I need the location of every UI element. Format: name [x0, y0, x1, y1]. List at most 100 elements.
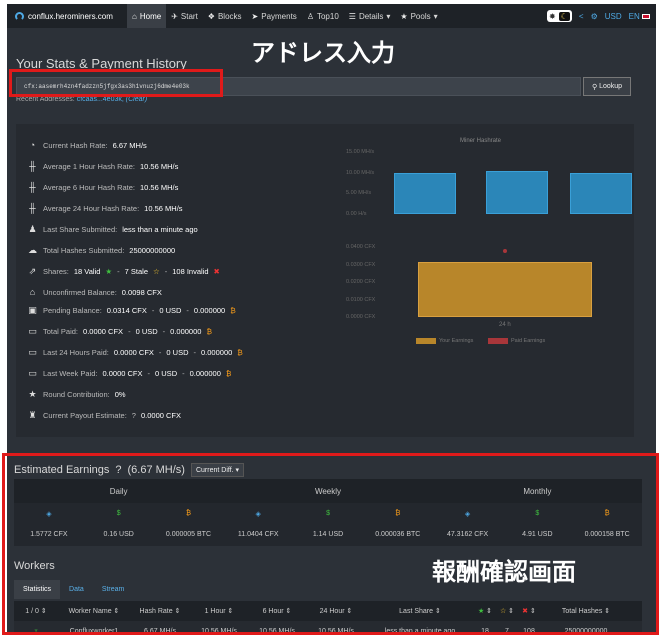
- nav-menu: ⌂ Home ✈ Start ❖ Blocks ➤ Payments ♙ Top10 ☰ Detail…: [127, 4, 443, 28]
- stat-row: ♟ Last Share Submitted: less than a minute…: [27, 225, 198, 235]
- earnings-tick-label: 0.0100 CFX: [346, 296, 376, 303]
- currency-selector[interactable]: USD: [605, 12, 622, 21]
- hashrate-bar[interactable]: [486, 170, 548, 214]
- nav-right-controls: ✸ ☾ < ⚙ USD EN: [547, 4, 650, 28]
- stat-label: Average 24 Hour Hash Rate:: [43, 204, 140, 213]
- separator: -: [147, 369, 151, 378]
- language-selector[interactable]: EN: [629, 12, 650, 21]
- brand-name: conflux.herominers.com: [28, 11, 113, 21]
- dashboard-icon: ◔: [29, 140, 36, 150]
- lookup-button[interactable]: ⚲ Lookup: [583, 77, 631, 96]
- separator: -: [158, 348, 162, 357]
- usd-value: 0 USD: [155, 369, 178, 378]
- stat-value: 10.56 MH/s: [144, 204, 183, 213]
- nav-start[interactable]: ✈ Start: [166, 4, 203, 28]
- bitcoin-icon: ₿: [230, 306, 236, 315]
- search-icon: ⚲: [591, 83, 598, 91]
- wallet-icon: ▭: [28, 368, 37, 378]
- stat-value: less than a minute ago: [122, 225, 198, 234]
- cfx-value: 0.0000 CFX: [113, 348, 154, 357]
- stat-value: 10.56 MH/s: [140, 183, 179, 192]
- nav-payments[interactable]: ➤ Payments: [247, 4, 302, 28]
- wallet-icon: ▭: [28, 347, 37, 357]
- hashrate-tick-label: 5.00 MH/s: [346, 190, 372, 197]
- earnings-bar[interactable]: [418, 262, 592, 317]
- dumbbell-icon: ╫: [29, 161, 36, 171]
- recent-addresses: Recent Addresses: cfcaas...4e03k, (Clear…: [16, 96, 148, 103]
- dumbbell-icon: ╫: [29, 203, 36, 213]
- users-icon: ♙: [306, 11, 314, 21]
- stat-value: 25000000000: [129, 246, 176, 255]
- usd-value: 0 USD: [159, 306, 182, 315]
- sun-icon: ✸: [549, 11, 556, 21]
- recent-address-link[interactable]: cfcaas...4e03k,: [77, 96, 124, 103]
- theme-toggle[interactable]: ✸ ☾: [547, 10, 572, 22]
- payment-label: Total Paid:: [43, 327, 79, 336]
- share-icon[interactable]: <: [579, 12, 584, 21]
- home-icon: ⌂: [132, 11, 137, 21]
- usd-value: 0 USD: [135, 327, 158, 336]
- legend-your-earnings[interactable]: Your Earnings: [416, 338, 473, 344]
- trophy-icon: ♜: [28, 410, 37, 420]
- chart-title: Miner Hashrate: [460, 138, 502, 144]
- payment-row: ▭ Total Paid: 0.0000 CFX -0 USD -0.000000 ₿: [27, 326, 212, 337]
- nav-pools[interactable]: ★ Pools ▾: [395, 4, 442, 28]
- nav-label: Top10: [316, 11, 339, 21]
- bitcoin-icon: ₿: [225, 369, 232, 378]
- nav-top10[interactable]: ♙ Top10: [302, 4, 344, 28]
- address-callout-box: [9, 69, 223, 97]
- clear-link[interactable]: (Clear): [126, 96, 147, 103]
- nav-blocks[interactable]: ❖ Blocks: [203, 4, 247, 28]
- moon-icon: ☾: [558, 11, 570, 21]
- miner-hashrate-chart: Miner Hashrate 15.00 MH/s 10.00 MH/s 5.00 …: [336, 124, 634, 437]
- paid-earnings-marker[interactable]: [503, 249, 507, 254]
- nav-label: Details: [358, 11, 384, 21]
- separator: -: [151, 306, 155, 315]
- usd-value: 0 USD: [166, 348, 189, 357]
- payment-row: ▭ Last Week Paid: 0.0000 CFX -0 USD -0.00000…: [27, 368, 232, 379]
- earnings-tick-label: 0.0200 CFX: [346, 279, 376, 285]
- hashrate-bar[interactable]: [570, 172, 632, 214]
- legend-paid-earnings[interactable]: Paid Earnings: [488, 338, 545, 344]
- hashrate-bar[interactable]: [394, 172, 456, 214]
- hashrate-tick-label: 15.00 MH/s: [346, 149, 375, 155]
- gear-icon[interactable]: ⚙: [591, 12, 598, 21]
- unconfirmed-row: ⌂ Unconfirmed Balance: 0.0098 CFX: [27, 288, 162, 298]
- bitcoin-icon: ₿: [237, 348, 243, 357]
- nav-label: Home: [139, 11, 162, 21]
- list-icon: ☰: [348, 11, 356, 21]
- star-icon: ★: [28, 389, 37, 399]
- share-square-icon: ⇗: [28, 266, 37, 276]
- separator: -: [182, 369, 185, 378]
- nav-details[interactable]: ☰ Details ▾: [344, 4, 396, 28]
- stat-row: ╫ Average 6 Hour Hash Rate: 10.56 MH/s: [27, 182, 179, 193]
- btc-value: 0.000000: [193, 306, 226, 315]
- send-icon: ➤: [251, 11, 259, 21]
- payment-row: ▭ Last 24 Hours Paid: 0.0000 CFX -0 USD -0.0…: [27, 347, 243, 358]
- payment-label: Last Week Paid:: [43, 369, 98, 378]
- dumbbell-icon: ╫: [29, 182, 36, 192]
- nav-label: Blocks: [217, 11, 242, 21]
- earnings-tick-label: 0.0000 CFX: [346, 314, 376, 320]
- btc-value: 0.000000: [170, 327, 202, 336]
- separator: -: [193, 348, 197, 357]
- invalid-x-icon: ✖: [213, 267, 220, 276]
- caret-down-icon: ▾: [386, 11, 391, 21]
- payment-label: Last 24 Hours Paid:: [43, 348, 109, 357]
- question-icon[interactable]: ?: [132, 411, 136, 420]
- cfx-value: 0.0314 CFX: [106, 306, 147, 315]
- shares-row: ⇗ Shares: 18 Valid ★ - 7 Stale ☆ - 108 Inv…: [28, 266, 220, 277]
- top-navbar: conflux.herominers.com ⌂ Home ✈ Start ❖ Block…: [7, 4, 656, 28]
- hashrate-tick-label: 10.00 MH/s: [346, 169, 375, 176]
- nav-home[interactable]: ⌂ Home: [127, 4, 167, 28]
- address-callout-label: アドレス入力: [251, 39, 395, 67]
- uk-flag-icon: [642, 13, 650, 19]
- stat-row: ☁ Total Hashes Submitted: 25000000000: [27, 246, 176, 256]
- earnings-callout-box: [2, 453, 659, 635]
- wallet-icon: ▭: [28, 326, 37, 336]
- hashrate-tick-label: 0.00 H/s: [346, 211, 367, 217]
- valid-star-icon: ★: [105, 267, 113, 276]
- stat-label: Last Share Submitted:: [43, 225, 118, 234]
- brand-link[interactable]: conflux.herominers.com: [15, 11, 127, 21]
- legend-swatch: [416, 338, 436, 344]
